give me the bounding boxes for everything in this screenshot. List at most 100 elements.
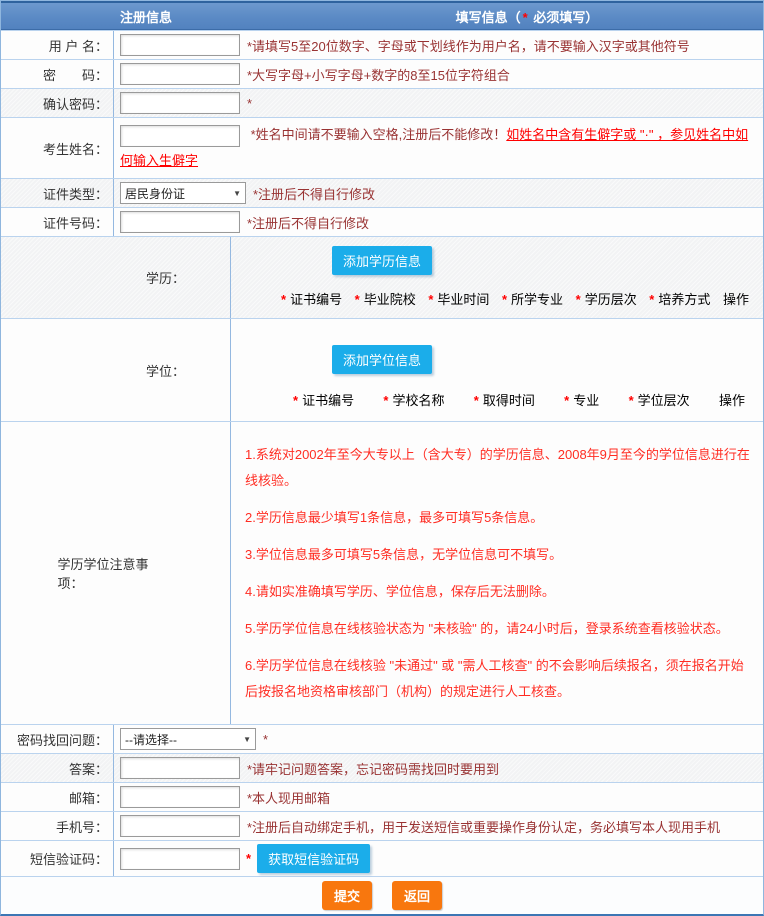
chevron-down-icon: ▼	[233, 189, 241, 198]
note-item: 5.学历学位信息在线核验状态为 "未核验" 的，请24小时后，登录系统查看核验状…	[245, 616, 751, 642]
email-content: *本人现用邮箱	[114, 783, 763, 811]
id-type-label: 证件类型：	[1, 179, 114, 207]
email-hint: *本人现用邮箱	[247, 788, 330, 807]
note-item: 4.请如实准确填写学历、学位信息，保存后无法删除。	[245, 579, 751, 605]
required-star: *	[383, 393, 388, 408]
row-degree: 学位： 添加学位信息 *证书编号 *学校名称 *取得时间 *专业 *学位层次 操…	[1, 318, 763, 421]
column-header-label: 取得时间	[483, 393, 535, 408]
required-star: *	[428, 292, 433, 307]
row-sms-code: 短信验证码： * 获取短信验证码	[1, 840, 763, 876]
email-input[interactable]	[120, 786, 240, 808]
email-label: 邮箱：	[1, 783, 114, 811]
required-star: *	[576, 292, 581, 307]
answer-hint: *请牢记问题答案，忘记密码需找回时要用到	[247, 759, 499, 778]
required-star: *	[281, 292, 286, 307]
degree-label: 学位：	[1, 319, 231, 421]
column-header-label: 学历层次	[585, 292, 637, 307]
answer-input[interactable]	[120, 757, 240, 779]
phone-input[interactable]	[120, 815, 240, 837]
add-degree-wrap: 添加学位信息	[231, 319, 533, 374]
row-password: 密 码： *大写字母+小写字母+数字的8至15位字符组合	[1, 59, 763, 88]
column-header: *毕业院校	[355, 289, 416, 308]
sms-code-input[interactable]	[120, 848, 240, 870]
column-header: *证书编号	[293, 390, 354, 409]
id-number-input[interactable]	[120, 211, 240, 233]
add-education-wrap: 添加学历信息	[231, 237, 533, 275]
id-number-label: 证件号码：	[1, 208, 114, 236]
get-sms-code-button[interactable]: 获取短信验证码	[257, 844, 370, 873]
confirm-password-input[interactable]	[120, 92, 240, 114]
candidate-name-label: 考生姓名：	[1, 118, 114, 178]
form-header: 注册信息 填写信息（* 必须填写）	[1, 1, 763, 30]
row-email: 邮箱： *本人现用邮箱	[1, 782, 763, 811]
row-username: 用 户 名： *请填写5至20位数字、字母或下划线作为用户名，请不要输入汉字或其…	[1, 30, 763, 59]
password-label: 密 码：	[1, 60, 114, 88]
id-type-selected-value: 居民身份证	[125, 185, 185, 202]
answer-label: 答案：	[1, 754, 114, 782]
candidate-name-content: *姓名中间请不要输入空格,注册后不能修改！如姓名中含有生僻字或 "·" ，参见姓…	[114, 118, 763, 178]
column-header: *证书编号	[281, 289, 342, 308]
password-hint: *大写字母+小写字母+数字的8至15位字符组合	[247, 65, 510, 84]
row-actions: 提交 返回	[1, 876, 763, 914]
note-item: 1.系统对2002年至今大专以上（含大专）的学历信息、2008年9月至今的学位信…	[245, 442, 751, 494]
id-type-select[interactable]: 居民身份证 ▼	[120, 182, 246, 204]
id-type-hint: *注册后不得自行修改	[253, 184, 375, 203]
degree-table-header: *证书编号 *学校名称 *取得时间 *专业 *学位层次 操作	[231, 374, 763, 421]
id-type-content: 居民身份证 ▼ *注册后不得自行修改	[114, 179, 763, 207]
education-table-header: *证书编号 *毕业院校 *毕业时间 *所学专业 *学历层次 *培养方式 操作	[231, 275, 763, 318]
note-item: 6.学历学位信息在线核验 "未通过" 或 "需人工核查" 的不会影响后续报名，须…	[245, 653, 751, 705]
phone-label: 手机号：	[1, 812, 114, 840]
header-title-left: 注册信息	[1, 7, 291, 26]
column-header: *所学专业	[502, 289, 563, 308]
registration-form: 注册信息 填写信息（* 必须填写） 用 户 名： *请填写5至20位数字、字母或…	[0, 0, 764, 916]
row-candidate-name: 考生姓名： *姓名中间请不要输入空格,注册后不能修改！如姓名中含有生僻字或 "·…	[1, 117, 763, 178]
header-title-right: 填写信息（* 必须填写）	[291, 7, 763, 26]
confirm-password-label: 确认密码：	[1, 89, 114, 117]
row-phone: 手机号： *注册后自动绑定手机，用于发送短信或重要操作身份认定，务必填写本人现用…	[1, 811, 763, 840]
username-content: *请填写5至20位数字、字母或下划线作为用户名，请不要输入汉字或其他符号	[114, 31, 763, 59]
submit-button[interactable]: 提交	[322, 881, 372, 910]
column-header-label: 所学专业	[511, 292, 563, 307]
required-star: *	[293, 393, 298, 408]
column-header: *学校名称	[383, 390, 444, 409]
phone-content: *注册后自动绑定手机，用于发送短信或重要操作身份认定，务必填写本人现用手机	[114, 812, 763, 840]
sms-code-content: * 获取短信验证码	[114, 841, 763, 876]
notes-content: 1.系统对2002年至今大专以上（含大专）的学历信息、2008年9月至今的学位信…	[231, 422, 763, 724]
column-header-label: 毕业时间	[437, 292, 489, 307]
confirm-password-content: *	[114, 89, 763, 117]
add-degree-button[interactable]: 添加学位信息	[332, 345, 432, 374]
required-star: *	[523, 10, 528, 25]
recovery-question-hint: *	[263, 732, 268, 747]
candidate-name-input[interactable]	[120, 125, 240, 147]
chevron-down-icon: ▼	[243, 735, 251, 744]
note-item: 3.学位信息最多可填写5条信息，无学位信息可不填写。	[245, 542, 751, 568]
password-input[interactable]	[120, 63, 240, 85]
row-recovery-question: 密码找回问题： --请选择-- ▼ *	[1, 724, 763, 753]
sms-code-label: 短信验证码：	[1, 841, 114, 876]
id-number-hint: *注册后不得自行修改	[247, 213, 369, 232]
note-item: 2.学历信息最少填写1条信息，最多可填写5条信息。	[245, 505, 751, 531]
username-input[interactable]	[120, 34, 240, 56]
column-header-action: 操作	[723, 289, 749, 308]
add-education-button[interactable]: 添加学历信息	[332, 246, 432, 275]
phone-hint: *注册后自动绑定手机，用于发送短信或重要操作身份认定，务必填写本人现用手机	[247, 817, 720, 836]
column-header: * 取得时间	[474, 390, 535, 409]
required-star: *	[564, 393, 569, 408]
row-education: 学历： 添加学历信息 *证书编号 *毕业院校 *毕业时间 *所学专业 *学历层次…	[1, 236, 763, 318]
required-star: *	[246, 851, 251, 866]
recovery-question-select[interactable]: --请选择-- ▼	[120, 728, 256, 750]
id-number-content: *注册后不得自行修改	[114, 208, 763, 236]
back-button[interactable]: 返回	[392, 881, 442, 910]
recovery-question-content: --请选择-- ▼ *	[114, 725, 763, 753]
column-header-label: 专业	[573, 393, 599, 408]
column-header: * 毕业时间	[428, 289, 489, 308]
row-answer: 答案： *请牢记问题答案，忘记密码需找回时要用到	[1, 753, 763, 782]
username-label: 用 户 名：	[1, 31, 114, 59]
required-star: *	[474, 393, 479, 408]
answer-content: *请牢记问题答案，忘记密码需找回时要用到	[114, 754, 763, 782]
row-id-number: 证件号码： *注册后不得自行修改	[1, 207, 763, 236]
password-content: *大写字母+小写字母+数字的8至15位字符组合	[114, 60, 763, 88]
column-header: *培养方式	[649, 289, 710, 308]
username-hint: *请填写5至20位数字、字母或下划线作为用户名，请不要输入汉字或其他符号	[247, 36, 690, 55]
degree-content: 添加学位信息 *证书编号 *学校名称 *取得时间 *专业 *学位层次 操作	[231, 319, 763, 421]
